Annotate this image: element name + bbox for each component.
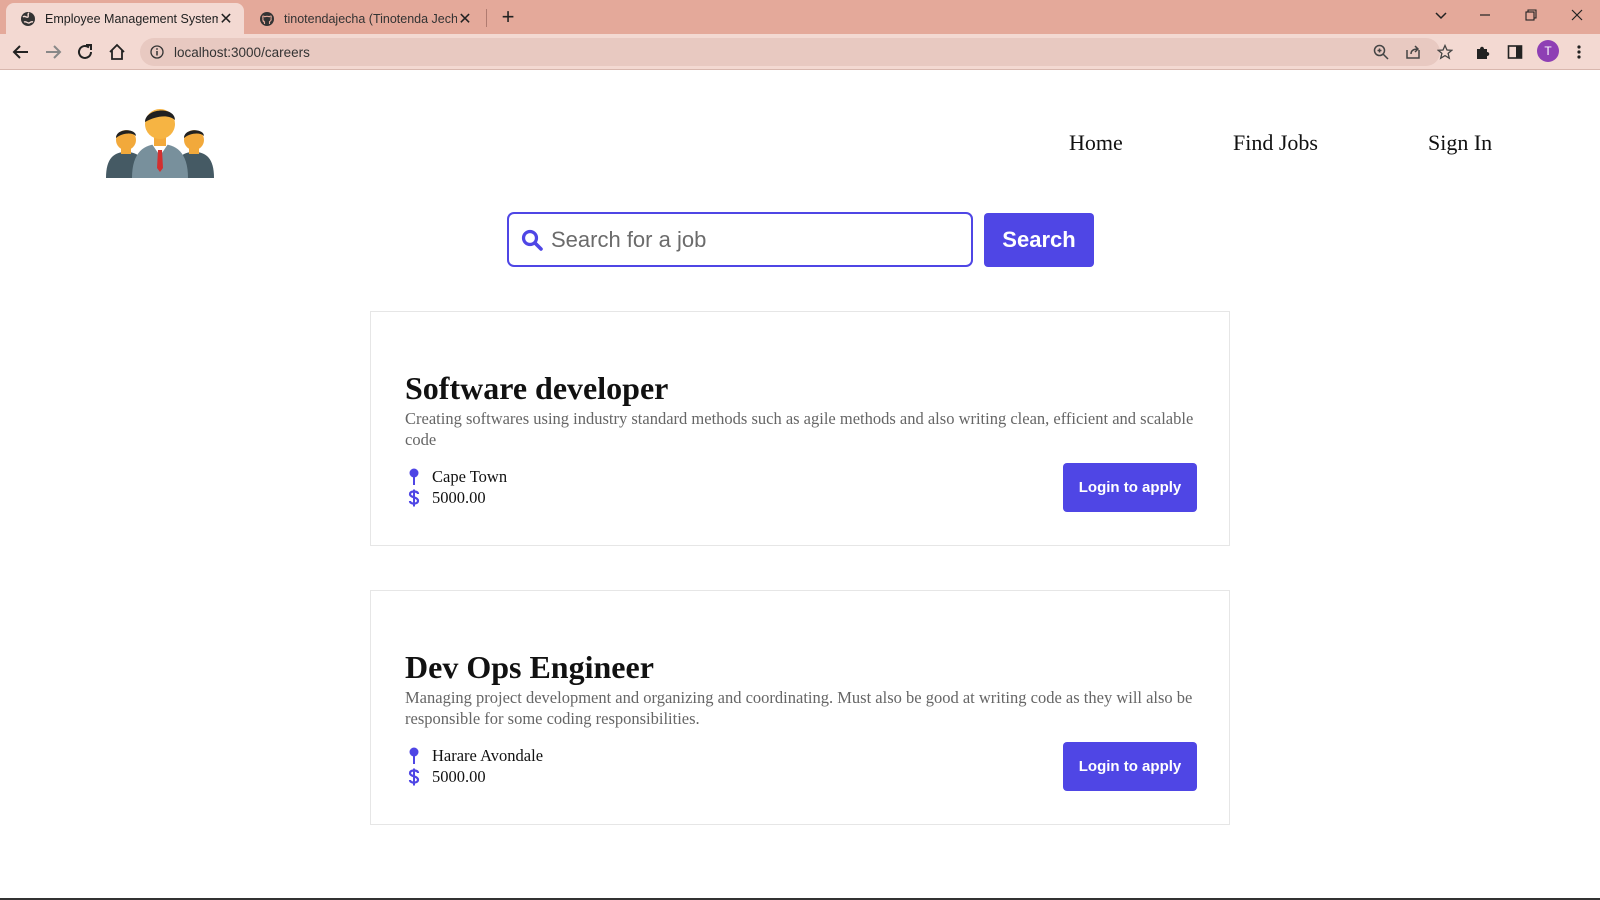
job-title: Software developer [405, 370, 669, 406]
browser-tab-active[interactable]: Employee Management System ✕ [6, 3, 244, 34]
job-salary-text: 5000.00 [432, 488, 486, 507]
home-icon[interactable] [104, 39, 130, 65]
nav-link-find-jobs[interactable]: Find Jobs [1233, 130, 1318, 156]
nav-link-sign-in[interactable]: Sign In [1428, 130, 1492, 156]
job-salary: 5000.00 [407, 767, 486, 787]
back-arrow-icon[interactable] [8, 39, 34, 65]
job-location: Cape Town [407, 467, 507, 487]
search-field[interactable] [507, 212, 973, 267]
profile-avatar[interactable]: T [1537, 40, 1559, 62]
map-pin-icon [407, 747, 421, 765]
map-pin-icon [407, 468, 421, 486]
tab-separator [486, 9, 487, 27]
tab-title: tinotendajecha (Tinotenda Jecha) [284, 11, 457, 26]
job-location-text: Cape Town [432, 467, 508, 486]
site-info-icon[interactable] [150, 45, 164, 59]
close-tab-icon[interactable]: ✕ [218, 11, 234, 28]
job-salary-text: 5000.00 [432, 767, 486, 786]
login-to-apply-button[interactable]: Login to apply [1063, 463, 1197, 512]
restore-button[interactable] [1508, 0, 1554, 30]
login-to-apply-button[interactable]: Login to apply [1063, 742, 1197, 791]
job-description: Managing project development and organiz… [405, 688, 1193, 728]
dollar-icon [407, 768, 421, 786]
menu-kebab-icon[interactable] [1566, 39, 1592, 65]
search-button[interactable]: Search [984, 213, 1094, 267]
job-title: Dev Ops Engineer [405, 649, 654, 685]
job-description: Creating softwares using industry standa… [405, 409, 1194, 449]
zoom-icon[interactable] [1368, 39, 1394, 65]
job-location: Harare Avondale [407, 746, 543, 766]
extensions-puzzle-icon[interactable] [1470, 39, 1496, 65]
reload-icon[interactable] [72, 39, 98, 65]
tab-search-chevron-icon[interactable] [1418, 0, 1464, 30]
minimize-button[interactable] [1462, 0, 1508, 30]
side-panel-icon[interactable] [1502, 39, 1528, 65]
job-location-text: Harare Avondale [432, 746, 544, 765]
new-tab-button[interactable]: + [496, 6, 520, 30]
team-people-icon[interactable] [106, 106, 214, 178]
github-icon [260, 11, 274, 26]
browser-tab-strip: Employee Management System ✕ tinotendaje… [0, 0, 1600, 34]
bookmark-star-icon[interactable] [1432, 39, 1458, 65]
job-salary: 5000.00 [407, 488, 486, 508]
search-input[interactable] [551, 226, 951, 253]
dollar-icon [407, 489, 421, 507]
search-icon [521, 229, 543, 251]
job-card: Dev Ops Engineer Managing project develo… [370, 590, 1230, 825]
close-window-button[interactable] [1554, 0, 1600, 30]
browser-tab-inactive[interactable]: tinotendajecha (Tinotenda Jecha) ✕ [245, 3, 483, 34]
job-card: Software developer Creating softwares us… [370, 311, 1230, 546]
address-bar[interactable]: localhost:3000/careers [140, 38, 1440, 66]
close-tab-icon[interactable]: ✕ [457, 11, 473, 28]
nav-link-home[interactable]: Home [1069, 130, 1123, 156]
url-text: localhost:3000/careers [174, 44, 310, 60]
forward-arrow-icon[interactable] [40, 39, 66, 65]
tab-title: Employee Management System [45, 11, 218, 26]
share-icon[interactable] [1400, 39, 1426, 65]
browser-toolbar: localhost:3000/careers T [0, 34, 1600, 70]
globe-icon [21, 11, 35, 26]
